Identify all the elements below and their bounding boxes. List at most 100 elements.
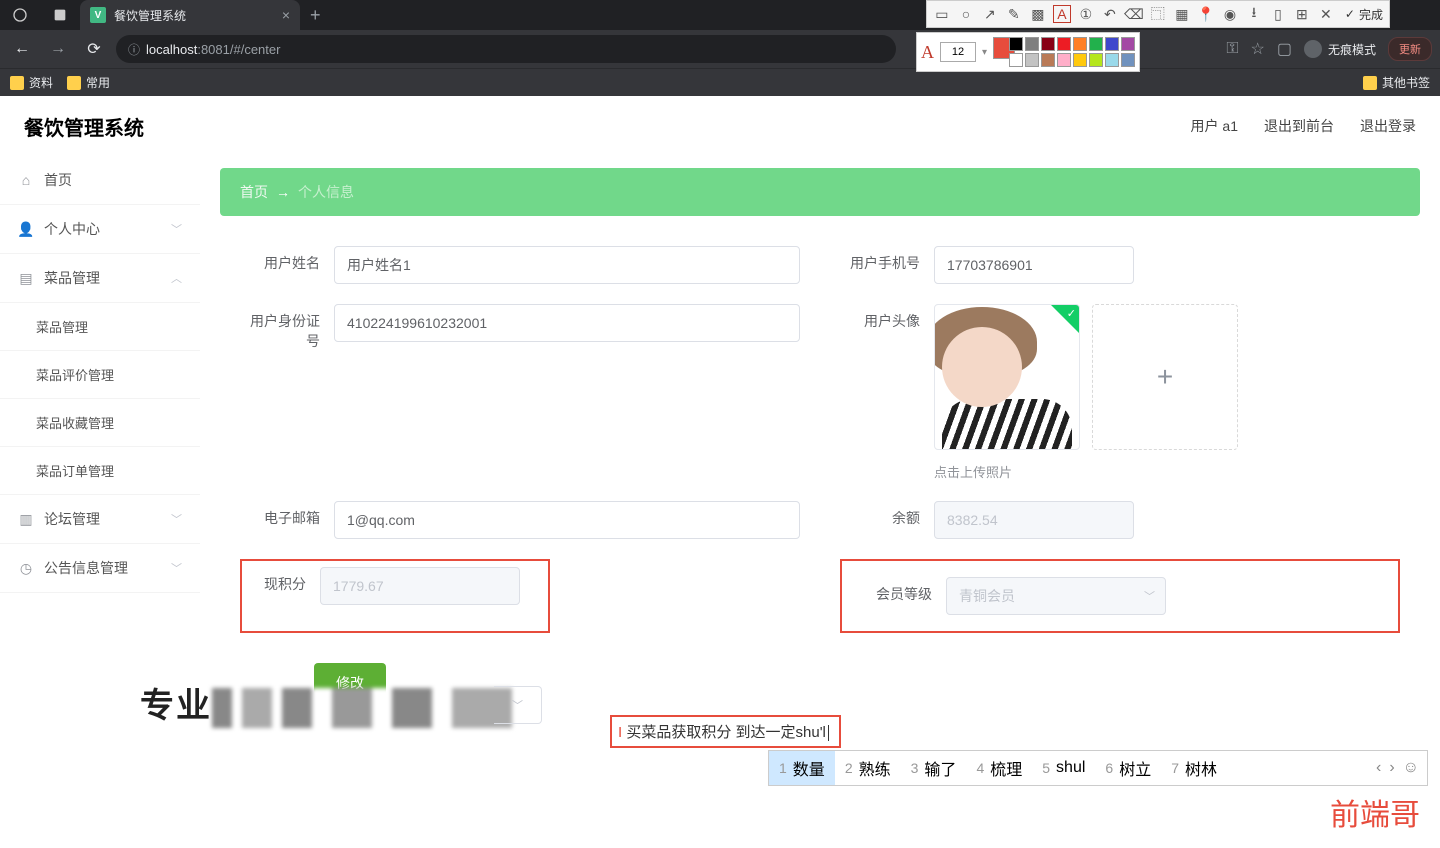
tab-close-icon[interactable]: × <box>282 7 290 23</box>
bookmark-other[interactable]: 其他书签 <box>1363 74 1430 91</box>
page-watermark: 前端哥 <box>1330 790 1420 834</box>
color-swatch[interactable] <box>1073 37 1087 51</box>
sidebar-item-home[interactable]: ⌂首页 <box>0 156 200 205</box>
avatar-upload-button[interactable]: + <box>1092 304 1238 450</box>
label-name: 用户姓名 <box>240 246 320 274</box>
color-swatch[interactable] <box>1073 53 1087 67</box>
tool-share-icon[interactable]: ⊞ <box>1293 5 1311 23</box>
color-swatch[interactable] <box>1009 37 1023 51</box>
tool-phone-icon[interactable]: ▯ <box>1269 5 1287 23</box>
tool-ocr-icon[interactable]: ⿹ <box>1149 5 1167 23</box>
tool-pin-icon[interactable]: 📍 <box>1197 5 1215 23</box>
reader-icon[interactable]: ▢ <box>1277 39 1292 59</box>
tool-undo-icon[interactable]: ↶ <box>1101 5 1119 23</box>
sidebar-item-notice[interactable]: ◷公告信息管理﹀ <box>0 544 200 593</box>
color-swatch[interactable] <box>1089 53 1103 67</box>
sidebar-sub-order[interactable]: 菜品订单管理 <box>0 447 200 495</box>
tool-marker-icon[interactable]: ▩ <box>1029 5 1047 23</box>
sidebar-sub-review[interactable]: 菜品评价管理 <box>0 351 200 399</box>
font-size-chevron-icon[interactable]: ▾ <box>982 47 987 58</box>
color-swatch[interactable] <box>1025 37 1039 51</box>
label-email: 电子邮箱 <box>240 501 320 529</box>
header-logout[interactable]: 退出登录 <box>1360 116 1416 136</box>
update-button[interactable]: 更新 <box>1388 37 1432 61</box>
input-email[interactable] <box>334 501 800 539</box>
tool-pencil-icon[interactable]: ✎ <box>1005 5 1023 23</box>
ime-candidate-2[interactable]: 2熟练 <box>835 751 901 785</box>
label-balance: 余额 <box>840 501 920 529</box>
ime-candidate-3[interactable]: 3输了 <box>901 751 967 785</box>
avatar-preview[interactable] <box>934 304 1080 450</box>
color-swatch[interactable] <box>1025 53 1039 67</box>
site-info-icon[interactable]: ⓘ <box>128 41 140 58</box>
nav-back-icon[interactable]: ← <box>8 35 36 63</box>
label-phone: 用户手机号 <box>840 246 920 274</box>
annotation-text-input[interactable]: I 买菜品获取积分 到达一定shu'l <box>610 715 841 748</box>
tab-active[interactable]: V 餐饮管理系统 × <box>80 0 300 30</box>
sidebar-sub-dish[interactable]: 菜品管理 <box>0 303 200 351</box>
ime-candidate-4[interactable]: 4梳理 <box>966 751 1032 785</box>
color-swatch[interactable] <box>1057 37 1071 51</box>
header-user[interactable]: 用户 a1 <box>1191 116 1238 136</box>
ime-prev-icon[interactable]: ‹ <box>1376 759 1381 777</box>
tool-eraser-icon[interactable]: ⌫ <box>1125 5 1143 23</box>
select-level[interactable]: 青铜会员﹀ <box>946 577 1166 615</box>
tool-mosaic-icon[interactable]: ▦ <box>1173 5 1191 23</box>
tool-arrow-icon[interactable]: ↗ <box>981 5 999 23</box>
folder-icon <box>1363 76 1377 90</box>
bookmark-changyong[interactable]: 常用 <box>67 74 110 91</box>
incognito-icon <box>1304 40 1322 58</box>
new-tab-button[interactable]: + <box>300 5 331 26</box>
bookmark-ziliao[interactable]: 资料 <box>10 74 53 91</box>
color-swatch[interactable] <box>1121 37 1135 51</box>
tool-number-icon[interactable]: ① <box>1077 5 1095 23</box>
tab-inactive-1[interactable] <box>0 0 40 30</box>
chevron-down-icon: ﹀ <box>171 221 182 237</box>
home-icon: ⌂ <box>18 172 34 188</box>
nav-forward-icon[interactable]: → <box>44 35 72 63</box>
color-swatch[interactable] <box>1105 37 1119 51</box>
ime-candidate-7[interactable]: 7树林 <box>1161 751 1227 785</box>
color-swatch[interactable] <box>1089 37 1103 51</box>
ime-next-icon[interactable]: › <box>1389 759 1394 777</box>
tool-record-icon[interactable]: ◉ <box>1221 5 1239 23</box>
text-sample-icon: A <box>921 42 934 63</box>
tab-inactive-2[interactable] <box>40 0 80 30</box>
color-swatch[interactable] <box>1105 53 1119 67</box>
nav-reload-icon[interactable]: ⟳ <box>80 35 108 63</box>
ime-candidate-6[interactable]: 6树立 <box>1095 751 1161 785</box>
annotation-done-button[interactable]: ✓ 完成 <box>1345 6 1383 23</box>
color-swatch[interactable] <box>1041 53 1055 67</box>
tool-circle-icon[interactable]: ○ <box>957 5 975 23</box>
key-icon[interactable]: ⚿ <box>1226 40 1238 58</box>
input-name[interactable] <box>334 246 800 284</box>
sidebar-item-dish-mgmt[interactable]: ▤菜品管理︿ <box>0 254 200 303</box>
ime-emoji-icon[interactable]: ☺ <box>1403 759 1419 777</box>
sidebar-sub-fav[interactable]: 菜品收藏管理 <box>0 399 200 447</box>
breadcrumb-home[interactable]: 首页 <box>240 182 268 202</box>
stray-dropdown-chevron[interactable]: ﹀ <box>494 686 542 724</box>
tool-download-icon[interactable]: ⭳ <box>1245 5 1263 23</box>
sidebar-item-personal[interactable]: 👤个人中心﹀ <box>0 205 200 254</box>
font-size-input[interactable] <box>940 42 976 62</box>
tool-text-icon[interactable]: A <box>1053 5 1071 23</box>
color-swatch[interactable] <box>1009 53 1023 67</box>
color-swatch[interactable] <box>1121 53 1135 67</box>
color-swatch[interactable] <box>1057 53 1071 67</box>
row-name: 用户姓名 <box>240 246 800 284</box>
label-avatar: 用户头像 <box>840 304 920 332</box>
ime-candidate-5[interactable]: 5shul <box>1032 751 1095 785</box>
sidebar: ⌂首页 👤个人中心﹀ ▤菜品管理︿ 菜品管理 菜品评价管理 菜品收藏管理 菜品订… <box>0 156 200 848</box>
url-bar[interactable]: ⓘ localhost:8081/#/center <box>116 35 896 63</box>
star-icon[interactable]: ☆ <box>1251 39 1265 59</box>
color-swatch[interactable] <box>1041 37 1055 51</box>
annotation-toolbar: ▭ ○ ↗ ✎ ▩ A ① ↶ ⌫ ⿹ ▦ 📍 ◉ ⭳ ▯ ⊞ ✕ ✓ 完成 <box>926 0 1390 28</box>
input-phone[interactable] <box>934 246 1134 284</box>
sidebar-item-forum[interactable]: ▥论坛管理﹀ <box>0 495 200 544</box>
row-avatar: 用户头像 <box>840 304 1400 481</box>
ime-candidate-1[interactable]: 1数量 <box>769 751 835 785</box>
header-logout-front[interactable]: 退出到前台 <box>1264 116 1334 136</box>
tool-close-icon[interactable]: ✕ <box>1317 5 1335 23</box>
tool-rect-icon[interactable]: ▭ <box>933 5 951 23</box>
input-id[interactable] <box>334 304 800 342</box>
